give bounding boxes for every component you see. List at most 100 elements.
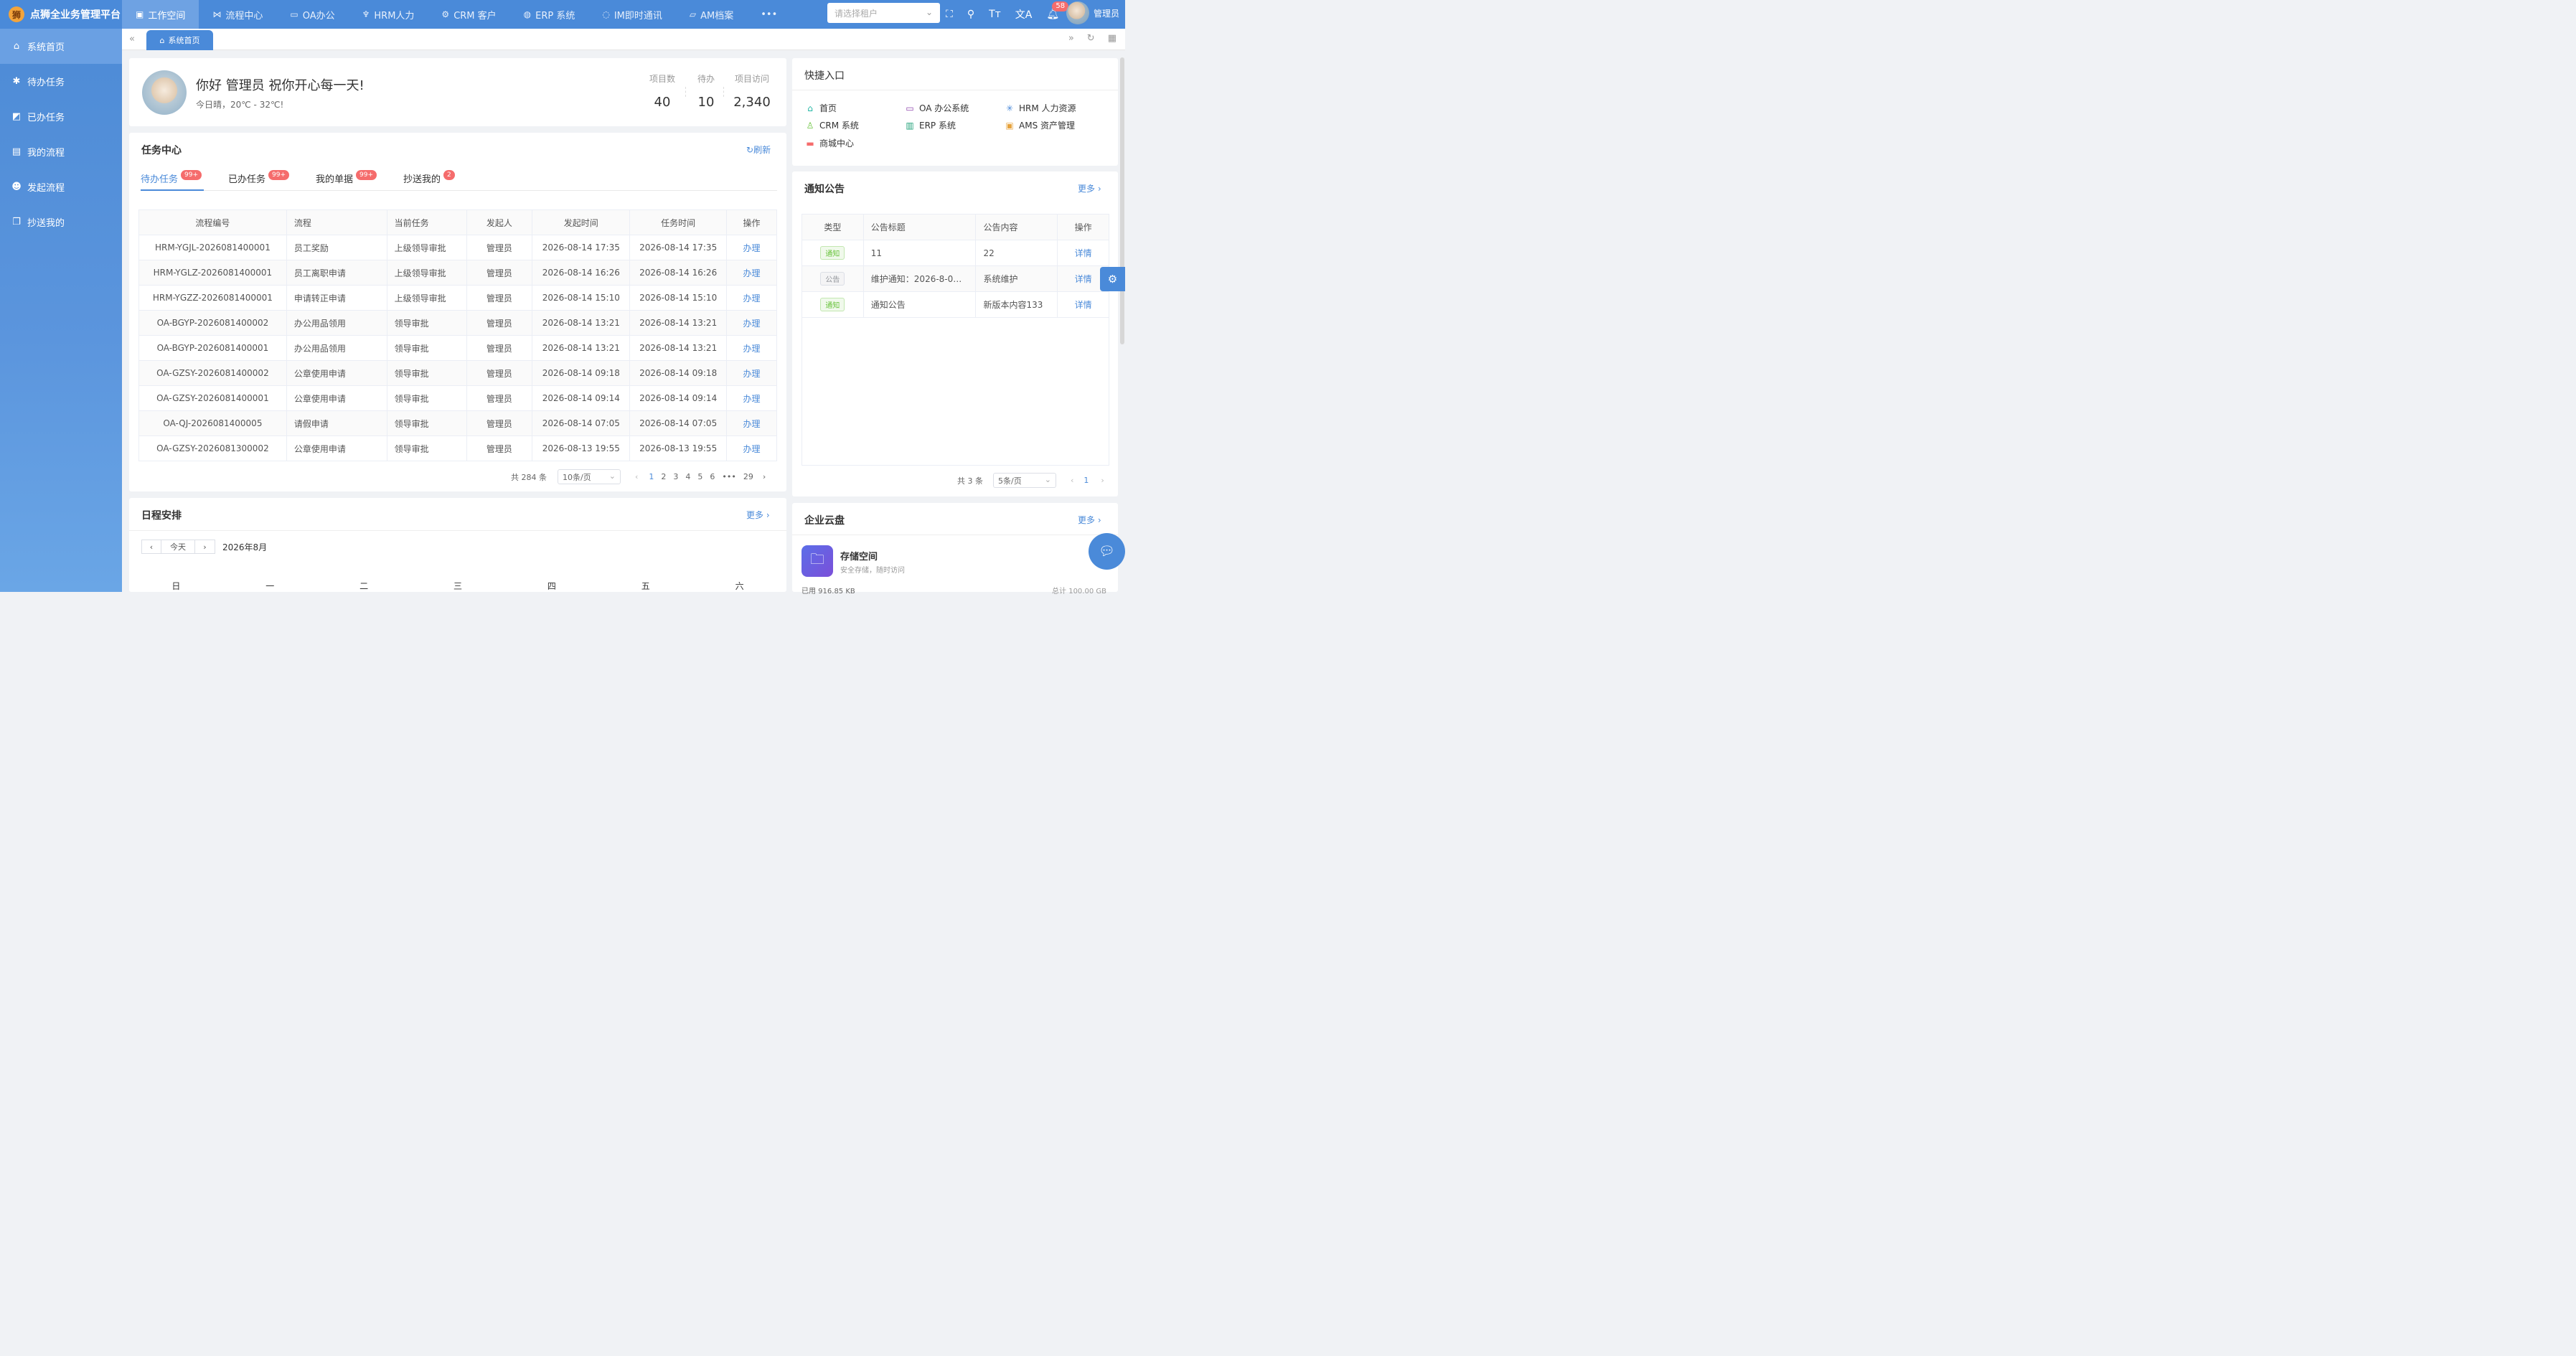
globe-icon: ◍	[523, 9, 532, 19]
initiator-cell: 管理员	[466, 435, 533, 461]
page-number[interactable]: 1	[1083, 476, 1089, 485]
refresh-button[interactable]: ↻刷新	[746, 143, 771, 156]
prev-page-icon[interactable]: ‹	[1071, 476, 1073, 485]
topnav-label: ERP 系统	[535, 10, 575, 22]
tab-my-docs[interactable]: 我的单据 99+	[316, 170, 377, 191]
prev-page-icon[interactable]: ‹	[635, 472, 638, 481]
tab-done[interactable]: 已办任务 99+	[228, 170, 290, 191]
detail-link[interactable]: 详情	[1075, 274, 1092, 284]
column-header: 流程编号	[138, 209, 287, 235]
sidebar-item-cc[interactable]: ❐ 抄送我的	[0, 204, 122, 240]
notice-content-cell: 22	[975, 240, 1058, 266]
detail-link[interactable]: 详情	[1075, 300, 1092, 310]
handle-link[interactable]: 办理	[743, 369, 761, 379]
cloud-more-link[interactable]: 更多 ›	[1078, 514, 1101, 526]
topnav-more-button[interactable]: •••	[747, 0, 791, 29]
stat-visits: 项目访问 2,340	[732, 72, 772, 110]
table-row: 通知 11 22 详情	[802, 240, 1109, 266]
user-menu[interactable]: 管理员	[1066, 1, 1119, 24]
next-page-icon[interactable]: ›	[1101, 476, 1104, 485]
stat-value: 2,340	[733, 95, 771, 110]
handle-link[interactable]: 办理	[743, 394, 761, 404]
notice-more-link[interactable]: 更多 ›	[1078, 182, 1101, 194]
topnav-am[interactable]: ▱ AM档案	[676, 0, 747, 29]
start-time-cell: 2026-08-14 07:05	[532, 410, 631, 436]
quick-crm[interactable]: ♙ CRM 系统	[805, 119, 859, 131]
translate-icon[interactable]: 文A	[1015, 7, 1033, 22]
tab-cc-me[interactable]: 抄送我的 2	[403, 170, 455, 191]
calendar-month: 2026年8月	[222, 542, 268, 552]
tab-todo[interactable]: 待办任务 99+	[141, 170, 204, 191]
double-chevron-left-icon[interactable]: «	[129, 34, 135, 44]
page-number[interactable]: 4	[685, 472, 690, 481]
handle-link[interactable]: 办理	[743, 319, 761, 329]
sidebar-item-start-flow[interactable]: ☻ 发起流程	[0, 169, 122, 204]
schedule-more-link[interactable]: 更多 ›	[746, 509, 770, 521]
search-icon[interactable]: ⚲	[967, 9, 974, 20]
next-month-button[interactable]: ›	[195, 540, 215, 554]
today-button[interactable]: 今天	[161, 540, 195, 554]
app-logo[interactable]: 狮 点狮全业务管理平台	[0, 0, 122, 29]
quick-erp[interactable]: ▥ ERP 系统	[905, 119, 956, 131]
handle-link[interactable]: 办理	[743, 444, 761, 454]
page-number[interactable]: 29	[743, 472, 753, 481]
initiator-cell: 管理员	[466, 360, 533, 386]
prev-month-button[interactable]: ‹	[141, 540, 161, 554]
page-number[interactable]: 1	[649, 472, 654, 481]
quick-oa[interactable]: ▭ OA 办公系统	[905, 102, 969, 114]
chat-float-button[interactable]: 💬︎	[1089, 533, 1125, 570]
refresh-icon[interactable]: ↻	[1087, 33, 1095, 44]
quick-shop[interactable]: ▬ 商城中心	[805, 137, 854, 149]
topnav-workspace[interactable]: ▣ 工作空间	[122, 0, 199, 29]
more-pages-icon[interactable]: •••	[722, 472, 735, 481]
scrollbar[interactable]	[1119, 50, 1125, 344]
quick-ams[interactable]: ▣ AMS 资产管理	[1005, 119, 1075, 131]
page-number[interactable]: 5	[697, 472, 702, 481]
more-label: 更多	[1078, 515, 1096, 525]
grid-menu-icon[interactable]: ▦	[1108, 33, 1117, 44]
top-bar: 狮 点狮全业务管理平台 ▣ 工作空间 ⋈ 流程中心 ▭ OA办公 ♆ HRM人力 ⚙ CR…	[0, 0, 1125, 29]
action-cell: 办理	[726, 260, 777, 286]
font-size-icon[interactable]: Tт	[989, 9, 1001, 20]
tenant-select[interactable]: 请选择租户 ⌄	[827, 3, 940, 23]
stat-label: 项目数	[649, 74, 675, 84]
flow-number-cell: OA-QJ-2026081400005	[138, 410, 287, 436]
double-chevron-right-icon[interactable]: »	[1068, 33, 1074, 44]
page-size-select[interactable]: 10条/页 ⌄	[558, 469, 621, 484]
handle-link[interactable]: 办理	[743, 293, 761, 303]
handle-link[interactable]: 办理	[743, 268, 761, 278]
sidebar-item-home[interactable]: ⌂ 系统首页	[0, 29, 122, 64]
sidebar-item-todo[interactable]: ✱ 待办任务	[0, 64, 122, 99]
scrollbar-thumb[interactable]	[1120, 57, 1124, 344]
page-number[interactable]: 3	[673, 472, 678, 481]
tab-home[interactable]: ⌂ 系统首页	[146, 30, 213, 50]
detail-link[interactable]: 详情	[1075, 248, 1092, 258]
handle-link[interactable]: 办理	[743, 344, 761, 354]
topnav-im[interactable]: ◌ IM即时通讯	[588, 0, 676, 29]
quick-home[interactable]: ⌂ 首页	[805, 102, 837, 114]
quick-hrm[interactable]: ✳ HRM 人力资源	[1005, 102, 1076, 114]
type-cell: 通知	[802, 240, 864, 266]
topnav-crm[interactable]: ⚙ CRM 客户	[428, 0, 509, 29]
sidebar-item-my-flow[interactable]: ▤ 我的流程	[0, 134, 122, 169]
page-size-select[interactable]: 5条/页 ⌄	[993, 473, 1056, 488]
settings-float-button[interactable]: ⚙	[1100, 267, 1125, 291]
page-number[interactable]: 6	[710, 472, 715, 481]
quick-label: CRM 系统	[819, 121, 859, 131]
grid-icon: ◩	[11, 111, 22, 122]
bell-icon[interactable]: 🔔︎ 58	[1046, 1, 1069, 20]
sidebar-item-done[interactable]: ◩ 已办任务	[0, 99, 122, 134]
topnav-erp[interactable]: ◍ ERP 系统	[510, 0, 589, 29]
topnav-hrm[interactable]: ♆ HRM人力	[349, 0, 428, 29]
fullscreen-icon[interactable]: ⛶	[946, 9, 953, 20]
page-number[interactable]: 2	[661, 472, 666, 481]
topnav-oa[interactable]: ▭ OA办公	[276, 0, 348, 29]
handle-link[interactable]: 办理	[743, 243, 761, 253]
topnav-flow-center[interactable]: ⋈ 流程中心	[199, 0, 276, 29]
handle-link[interactable]: 办理	[743, 419, 761, 429]
next-page-icon[interactable]: ›	[763, 472, 766, 481]
divider	[723, 87, 724, 97]
weekday-label: 二	[359, 581, 369, 591]
action-cell: 办理	[726, 360, 777, 386]
start-time-cell: 2026-08-13 19:55	[532, 435, 631, 461]
